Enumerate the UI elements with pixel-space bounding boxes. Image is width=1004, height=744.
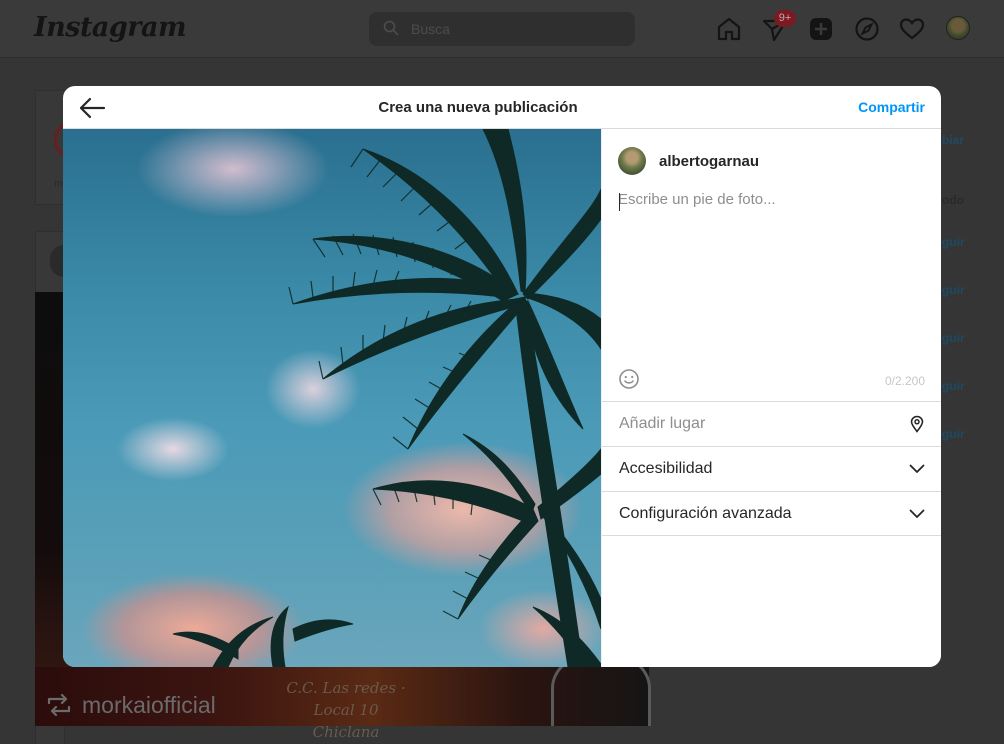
instagram-logo[interactable]: Instagram (34, 12, 187, 43)
accessibility-row[interactable]: Accesibilidad (602, 446, 941, 491)
location-pin-icon (910, 415, 924, 433)
create-post-modal: Crea una nueva publicación Compartir alb… (63, 86, 941, 667)
add-location-label: Añadir lugar (619, 415, 706, 432)
advanced-settings-label: Configuración avanzada (619, 505, 792, 522)
caption-input[interactable] (618, 191, 928, 361)
username: albertogarnau (659, 153, 760, 170)
profile-avatar[interactable] (946, 16, 970, 40)
chevron-down-icon (909, 464, 925, 473)
compass-icon[interactable] (854, 16, 880, 42)
post-photo-preview (63, 129, 601, 667)
repost-icon (47, 694, 71, 716)
top-navigation-bar: Instagram Busca 9+ (0, 0, 1004, 58)
modal-header: Crea una nueva publicación Compartir (63, 86, 941, 129)
advanced-settings-row[interactable]: Configuración avanzada (602, 491, 941, 536)
user-avatar (618, 147, 646, 175)
story-name: m (54, 178, 64, 190)
heart-icon[interactable] (899, 16, 925, 42)
accessibility-label: Accesibilidad (619, 460, 713, 477)
character-count: 0/2.200 (884, 374, 925, 388)
modal-title: Crea una nueva publicación (378, 99, 578, 116)
smiley-icon[interactable] (618, 368, 640, 390)
chevron-down-icon (909, 509, 925, 518)
text-caret (619, 193, 620, 211)
sidebar-link-5[interactable]: guir (942, 379, 965, 393)
search-icon (383, 20, 399, 36)
sidebar-link-6[interactable]: guir (942, 427, 965, 441)
poster-text-line1: C.C. Las redes · Local 10 (286, 679, 406, 719)
search-box[interactable]: Busca (369, 12, 635, 46)
post-details-panel: albertogarnau 0/2.200 Añadir lugar Acces… (601, 129, 941, 667)
sidebar-link-3[interactable]: guir (942, 283, 965, 297)
palm-tree-silhouette (172, 129, 601, 667)
poster-text: C.C. Las redes · Local 10 Chiclana (266, 677, 426, 743)
plus-square-icon[interactable] (808, 16, 834, 42)
notification-badge: 9+ (774, 10, 796, 27)
poster-text-line2: Chiclana (312, 723, 380, 741)
sidebar-link-1[interactable]: biar (942, 133, 964, 147)
home-icon[interactable] (716, 16, 742, 42)
search-placeholder: Busca (411, 21, 450, 37)
add-location-row[interactable]: Añadir lugar (602, 401, 941, 446)
sidebar-link-4[interactable]: guir (942, 331, 965, 345)
share-button[interactable]: Compartir (858, 99, 925, 115)
sidebar-link-2[interactable]: guir (942, 235, 965, 249)
sidebar-heading[interactable]: odo (942, 193, 964, 207)
repost-username: morkaiofficial (82, 692, 216, 718)
